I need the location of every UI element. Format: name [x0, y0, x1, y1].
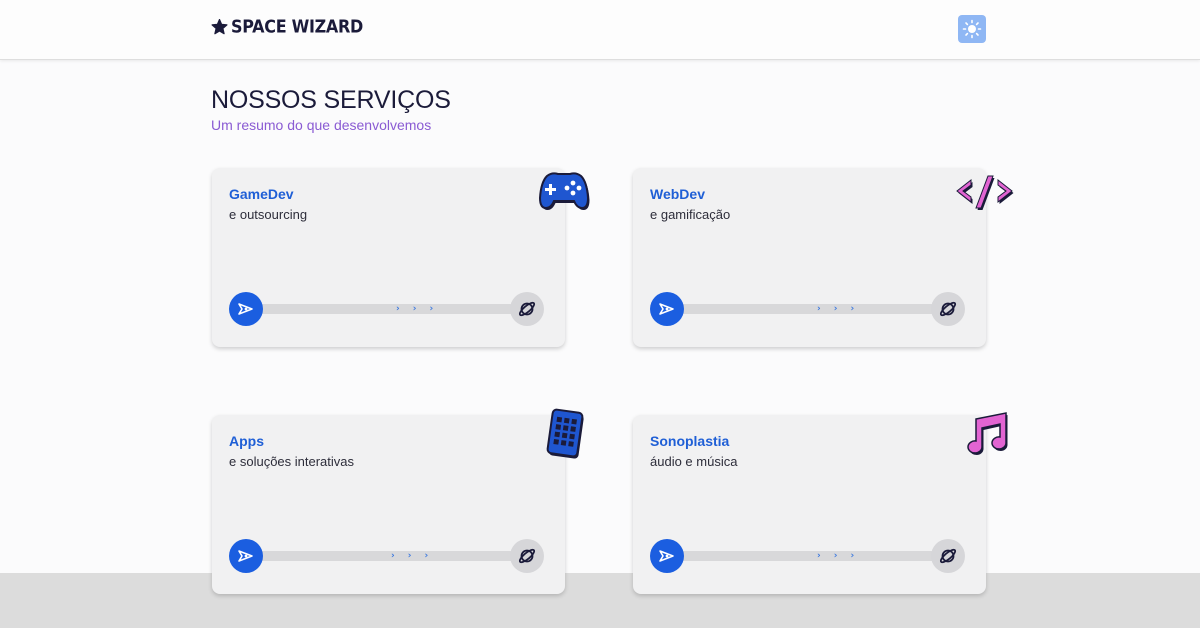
- service-title: Apps: [229, 433, 264, 449]
- service-progress-track: › › ›: [229, 539, 544, 573]
- rocket-start-marker: [229, 539, 263, 573]
- planet-end-marker: [510, 292, 544, 326]
- rocket-icon: [659, 303, 674, 315]
- progress-arrows: › › ›: [817, 550, 854, 562]
- progress-arrows: › › ›: [817, 303, 854, 315]
- arrow-icon: ›: [817, 304, 821, 314]
- service-card-gamedev[interactable]: GameDev e outsourcing › › ›: [212, 168, 590, 347]
- rocket-icon: [238, 550, 253, 562]
- arrow-icon: ›: [833, 551, 838, 561]
- service-description: e gamificação: [650, 207, 731, 222]
- arrow-icon: ›: [850, 304, 855, 314]
- rocket-start-marker: [229, 292, 263, 326]
- planet-icon: [518, 301, 536, 317]
- planet-icon: [939, 301, 957, 317]
- section-title: NOSSOS SERVIÇOS: [211, 86, 451, 114]
- brand-name: SPACE WIZARD: [231, 16, 363, 37]
- code-icon: [956, 175, 1014, 210]
- progress-arrows: › › ›: [391, 550, 428, 562]
- progress-bar: [246, 551, 527, 561]
- arrow-icon: ›: [424, 551, 429, 561]
- service-description: áudio e música: [650, 454, 738, 469]
- smartphone-icon: [546, 408, 584, 459]
- footer-band: [0, 573, 1200, 628]
- arrow-icon: ›: [817, 551, 821, 561]
- service-progress-track: › › ›: [229, 292, 544, 326]
- planet-end-marker: [510, 539, 544, 573]
- planet-icon: [518, 548, 536, 564]
- arrow-icon: ›: [407, 551, 412, 561]
- brand-logo[interactable]: SPACE WIZARD: [211, 16, 363, 37]
- service-title: GameDev: [229, 186, 294, 202]
- theme-toggle-button[interactable]: [958, 15, 986, 43]
- planet-end-marker: [931, 292, 965, 326]
- progress-bar: [246, 304, 527, 314]
- progress-bar: [667, 304, 948, 314]
- service-card-apps[interactable]: Apps e soluções interativas › › ›: [212, 408, 584, 594]
- arrow-icon: ›: [850, 551, 855, 561]
- service-title: Sonoplastia: [650, 433, 730, 449]
- arrow-icon: ›: [391, 551, 395, 561]
- progress-arrows: › › ›: [396, 303, 433, 315]
- service-card-sonoplastia[interactable]: Sonoplastia áudio e música › › ›: [633, 412, 1008, 594]
- sun-icon: [962, 19, 982, 39]
- planet-icon: [939, 548, 957, 564]
- arrow-icon: ›: [833, 304, 838, 314]
- music-note-icon: [967, 412, 1008, 455]
- arrow-icon: ›: [412, 304, 417, 314]
- arrow-icon: ›: [429, 304, 434, 314]
- rocket-start-marker: [650, 292, 684, 326]
- service-card-webdev[interactable]: WebDev e gamificação › › ›: [633, 168, 1014, 347]
- section-subtitle: Um resumo do que desenvolvemos: [211, 117, 432, 133]
- rocket-icon: [238, 303, 253, 315]
- planet-end-marker: [931, 539, 965, 573]
- service-description: e outsourcing: [229, 207, 308, 222]
- service-title: WebDev: [650, 186, 705, 202]
- service-description: e soluções interativas: [229, 454, 355, 469]
- top-navbar: SPACE WIZARD: [0, 0, 1200, 60]
- arrow-icon: ›: [396, 304, 400, 314]
- rocket-start-marker: [650, 539, 684, 573]
- service-progress-track: › › ›: [650, 539, 965, 573]
- wizard-hat-icon: [211, 18, 228, 34]
- gamepad-icon: [538, 172, 590, 210]
- service-progress-track: › › ›: [650, 292, 965, 326]
- rocket-icon: [659, 550, 674, 562]
- progress-bar: [667, 551, 948, 561]
